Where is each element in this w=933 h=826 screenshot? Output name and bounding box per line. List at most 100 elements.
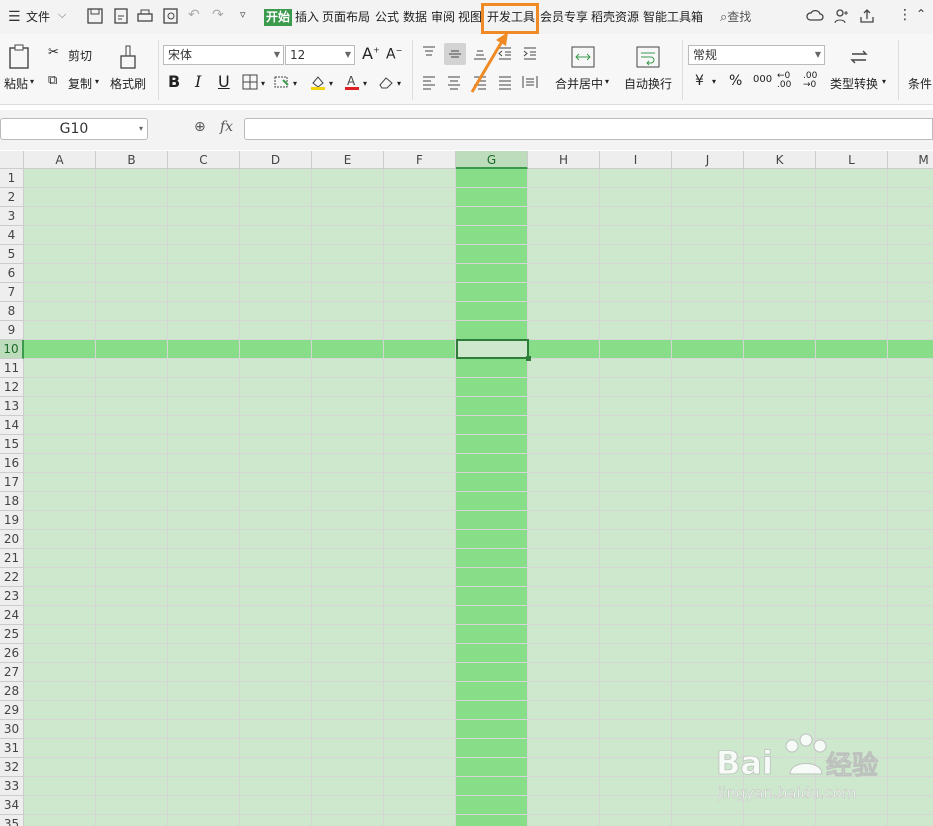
fill-color-icon[interactable]: [310, 74, 326, 90]
tab-smart-toolbox[interactable]: 智能工具箱: [643, 9, 703, 26]
clear-dropdown-icon[interactable]: ▾: [397, 79, 401, 88]
tab-data[interactable]: 数据: [403, 9, 427, 26]
font-color-dropdown-icon[interactable]: ▾: [363, 79, 367, 88]
row-header-35[interactable]: 35: [0, 815, 24, 826]
row-header-5[interactable]: 5: [0, 245, 24, 264]
row-header-29[interactable]: 29: [0, 701, 24, 720]
tab-view[interactable]: 视图: [458, 9, 482, 26]
row-header-7[interactable]: 7: [0, 283, 24, 302]
tab-home[interactable]: 开始: [264, 9, 293, 26]
type-convert-button[interactable]: 类型转换: [830, 75, 878, 92]
cell-style-icon[interactable]: [274, 74, 290, 90]
row-header-19[interactable]: 19: [0, 511, 24, 530]
cut-icon[interactable]: ✂: [48, 45, 59, 60]
fill-handle[interactable]: [526, 356, 531, 361]
row-header-10[interactable]: 10: [0, 340, 24, 359]
column-header-m[interactable]: M: [888, 151, 933, 169]
italic-button[interactable]: I: [195, 72, 201, 91]
merge-center-button[interactable]: 合并居中: [555, 75, 603, 92]
borders-dropdown-icon[interactable]: ▾: [261, 79, 265, 88]
borders-icon[interactable]: [242, 74, 258, 90]
tab-review[interactable]: 审阅: [431, 9, 455, 26]
column-header-d[interactable]: D: [240, 151, 312, 169]
zoom-function-icon[interactable]: ⊕: [194, 119, 206, 135]
column-header-a[interactable]: A: [24, 151, 96, 169]
insert-function-button[interactable]: fx: [220, 119, 233, 135]
expand-ribbon-icon[interactable]: ⌃: [916, 7, 926, 21]
row-header-13[interactable]: 13: [0, 397, 24, 416]
distributed-align-icon[interactable]: [522, 74, 538, 90]
row-header-32[interactable]: 32: [0, 758, 24, 777]
cloud-icon[interactable]: [806, 7, 824, 25]
underline-button[interactable]: U: [218, 72, 230, 91]
row-header-9[interactable]: 9: [0, 321, 24, 340]
row-header-1[interactable]: 1: [0, 169, 24, 188]
row-header-15[interactable]: 15: [0, 435, 24, 454]
save-icon[interactable]: [86, 7, 104, 25]
paste-button[interactable]: 粘贴: [4, 75, 28, 92]
spreadsheet-grid[interactable]: A B C D E F G H I J K L M 1 2 3 4 5 6 7 8 9 10 11 12 13 14 15 16 17 18…: [0, 151, 933, 826]
select-all-corner[interactable]: [0, 151, 24, 169]
align-middle-button[interactable]: [444, 43, 466, 65]
row-header-12[interactable]: 12: [0, 378, 24, 397]
export-pdf-icon[interactable]: [112, 7, 130, 25]
cut-button[interactable]: 剪切: [68, 47, 92, 64]
conditional-format-button[interactable]: 条件: [908, 75, 932, 92]
tab-page-layout[interactable]: 页面布局: [322, 9, 370, 26]
search-box[interactable]: ⌕查找: [720, 9, 786, 26]
name-box[interactable]: G10 ▾: [0, 118, 148, 140]
type-convert-dropdown-icon[interactable]: ▾: [882, 77, 886, 86]
column-header-g[interactable]: G: [456, 151, 528, 169]
row-header-20[interactable]: 20: [0, 530, 24, 549]
redo-icon[interactable]: ↷: [212, 7, 224, 23]
row-header-27[interactable]: 27: [0, 663, 24, 682]
row-header-14[interactable]: 14: [0, 416, 24, 435]
formula-input[interactable]: [244, 118, 933, 140]
column-header-l[interactable]: L: [816, 151, 888, 169]
currency-dropdown-icon[interactable]: ▾: [712, 77, 716, 86]
tab-docer[interactable]: 稻壳资源: [591, 9, 639, 26]
row-header-6[interactable]: 6: [0, 264, 24, 283]
print-icon[interactable]: [136, 7, 154, 25]
clear-format-icon[interactable]: [378, 74, 394, 90]
row-header-25[interactable]: 25: [0, 625, 24, 644]
bold-button[interactable]: B: [168, 72, 180, 91]
number-format-select[interactable]: 常规 ▼: [688, 45, 825, 65]
align-center-icon[interactable]: [446, 74, 462, 90]
quick-access-dropdown-icon[interactable]: ▿: [240, 8, 246, 21]
column-header-e[interactable]: E: [312, 151, 384, 169]
row-header-17[interactable]: 17: [0, 473, 24, 492]
format-painter-button[interactable]: 格式刷: [110, 75, 146, 92]
decrease-decimal-icon[interactable]: .00 →0: [803, 72, 817, 90]
undo-icon[interactable]: ↶: [188, 7, 200, 23]
row-header-23[interactable]: 23: [0, 587, 24, 606]
increase-font-icon[interactable]: A+: [362, 44, 380, 63]
percent-button[interactable]: %: [729, 73, 742, 89]
copy-button[interactable]: 复制: [68, 75, 92, 92]
fill-color-dropdown-icon[interactable]: ▾: [329, 79, 333, 88]
more-options-icon[interactable]: ⋮: [898, 7, 912, 23]
hamburger-icon[interactable]: ☰: [8, 9, 21, 25]
row-header-21[interactable]: 21: [0, 549, 24, 568]
add-user-icon[interactable]: [832, 7, 850, 25]
row-header-4[interactable]: 4: [0, 226, 24, 245]
tab-insert[interactable]: 插入: [295, 9, 319, 26]
tab-formulas[interactable]: 公式: [375, 9, 399, 26]
column-header-b[interactable]: B: [96, 151, 168, 169]
copy-icon[interactable]: ⧉: [48, 73, 57, 88]
font-color-icon[interactable]: A: [344, 74, 360, 90]
paste-icon[interactable]: [8, 44, 30, 70]
column-header-j[interactable]: J: [672, 151, 744, 169]
row-header-28[interactable]: 28: [0, 682, 24, 701]
column-header-c[interactable]: C: [168, 151, 240, 169]
copy-dropdown-icon[interactable]: ▾: [95, 77, 99, 86]
cell-style-dropdown-icon[interactable]: ▾: [293, 79, 297, 88]
column-header-f[interactable]: F: [384, 151, 456, 169]
type-convert-icon[interactable]: [848, 46, 870, 68]
increase-indent-icon[interactable]: [522, 45, 538, 61]
share-icon[interactable]: [858, 7, 876, 25]
thousands-button[interactable]: 000: [753, 74, 772, 85]
format-painter-icon[interactable]: [118, 44, 138, 70]
row-header-2[interactable]: 2: [0, 188, 24, 207]
row-header-34[interactable]: 34: [0, 796, 24, 815]
